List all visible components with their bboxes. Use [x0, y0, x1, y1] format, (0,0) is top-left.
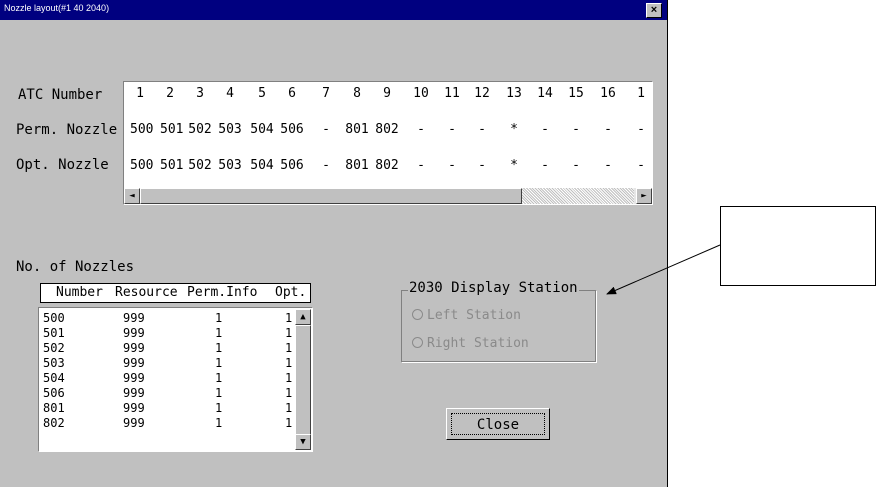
- arrow-line: [606, 244, 721, 295]
- callout-box: [720, 206, 876, 286]
